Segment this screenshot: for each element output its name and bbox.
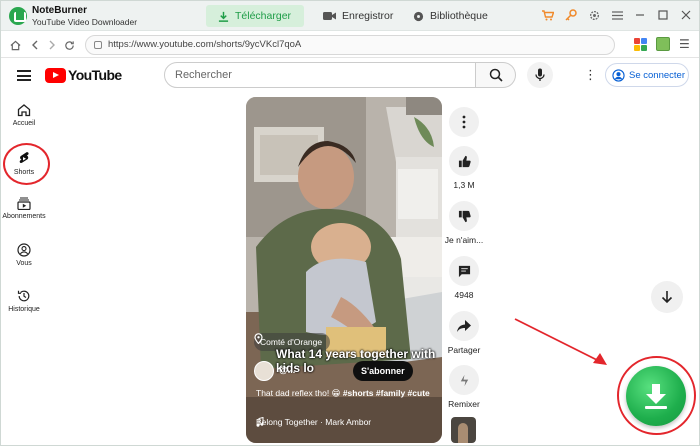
comment-icon: [458, 265, 470, 277]
sidebar-item-subscriptions[interactable]: Abonnements: [1, 197, 47, 220]
location-label: Comté d'Orange: [260, 337, 323, 347]
tab-record[interactable]: Enregistror: [311, 5, 405, 27]
sidebar-item-label: Accueil: [12, 120, 36, 127]
music-label: Belong Together · Mark Ambor: [256, 417, 372, 427]
sidebar-item-label: Abonnements: [2, 213, 46, 220]
tab-library[interactable]: Bibliothèque: [401, 5, 500, 27]
tab-record-label: Enregistror: [342, 10, 394, 22]
dislike-label: Je n'aim...: [444, 235, 484, 245]
comments-button[interactable]: 4948: [444, 256, 484, 300]
record-tab-icon: [323, 12, 336, 20]
browser-bar: https://www.youtube.com/shorts/9ycVKcl7q…: [1, 32, 699, 58]
youtube-logo-text[interactable]: YouTube: [68, 67, 122, 83]
subscribe-button[interactable]: S'abonner: [353, 361, 413, 381]
caption-hashtags[interactable]: #shorts #family #cute: [343, 388, 430, 398]
more-actions[interactable]: [444, 107, 484, 137]
subscriptions-icon: [17, 197, 31, 210]
sign-in-label: Se connecter: [629, 69, 685, 81]
cart-icon[interactable]: [541, 7, 555, 23]
channel-handle[interactable]: @...: [279, 365, 295, 375]
dislike-button[interactable]: Je n'aim...: [444, 201, 484, 245]
download-button[interactable]: [626, 366, 686, 426]
location-pin-icon: [254, 333, 263, 344]
app-window: NoteBurner YouTube Video Downloader Télé…: [0, 0, 700, 446]
lock-icon: [94, 41, 102, 49]
remix-label: Remixer: [448, 399, 480, 409]
noteburner-logo-icon: [9, 7, 27, 25]
back-icon[interactable]: [27, 36, 43, 54]
sidebar-item-you[interactable]: Vous: [1, 243, 47, 267]
home-nav-icon[interactable]: [7, 36, 23, 54]
sidebar-item-history[interactable]: Historique: [1, 289, 47, 313]
search-icon: [489, 68, 503, 82]
music-line[interactable]: Belong Together · Mark Ambor: [256, 417, 371, 427]
tab-download[interactable]: Télécharger: [206, 5, 304, 27]
next-short-button[interactable]: [651, 281, 683, 313]
account-icon: [612, 68, 625, 82]
title-bar: NoteBurner YouTube Video Downloader Télé…: [1, 1, 699, 31]
video-caption: That dad reflex tho! 😁 #shorts #family #…: [256, 387, 436, 400]
voice-search-button[interactable]: [527, 62, 553, 88]
comment-count: 4948: [454, 290, 474, 300]
microphone-icon: [535, 68, 545, 81]
share-label: Partager: [447, 345, 481, 355]
like-button[interactable]: 1,3 M: [444, 146, 484, 190]
app-subtitle: YouTube Video Downloader: [32, 17, 138, 27]
arrow-down-icon: [661, 291, 673, 304]
history-icon: [17, 290, 30, 302]
sidebar-item-label: Vous: [16, 260, 32, 267]
short-video-player[interactable]: Comté d'Orange What 14 years together wi…: [246, 97, 442, 443]
key-icon[interactable]: [564, 7, 578, 23]
url-text: https://www.youtube.com/shorts/9ycVKcl7q…: [108, 39, 302, 50]
download-tab-icon: [218, 11, 229, 22]
you-icon: [17, 243, 31, 257]
like-count: 1,3 M: [453, 180, 475, 190]
app-name: NoteBurner: [32, 5, 88, 16]
more-options-icon[interactable]: ⋮: [584, 68, 597, 81]
remix-button[interactable]: Remixer: [444, 365, 484, 409]
sign-in-button[interactable]: Se connecter: [605, 63, 689, 87]
window-controls: [541, 7, 693, 23]
maximize-icon[interactable]: [656, 7, 670, 23]
close-icon[interactable]: [679, 7, 693, 23]
menu-icon[interactable]: [610, 7, 624, 23]
image-extension-icon[interactable]: [656, 37, 670, 51]
hamburger-menu-icon[interactable]: [17, 70, 31, 81]
browser-menu-icon[interactable]: ☰: [679, 37, 690, 51]
sidebar-item-home[interactable]: Accueil: [1, 103, 47, 127]
channel-avatar[interactable]: [254, 361, 274, 381]
sound-thumbnail[interactable]: [451, 417, 476, 443]
search-button[interactable]: [476, 62, 516, 88]
tab-download-label: Télécharger: [235, 10, 292, 22]
thumbs-up-icon: [458, 155, 471, 167]
home-icon: [17, 104, 31, 117]
caption-text: That dad reflex tho! 😁: [256, 388, 343, 398]
search-input[interactable]: Rechercher: [164, 62, 476, 88]
url-bar[interactable]: https://www.youtube.com/shorts/9ycVKcl7q…: [85, 35, 615, 55]
settings-icon[interactable]: [587, 7, 601, 23]
share-icon: [457, 320, 471, 332]
channel-row: @... S'abonner: [254, 361, 434, 381]
music-note-icon: [256, 417, 264, 427]
remix-icon: [460, 374, 468, 386]
youtube-logo-icon[interactable]: [45, 68, 66, 83]
youtube-header: YouTube Rechercher ⋮ Se connecter: [1, 59, 699, 93]
minimize-icon[interactable]: [633, 7, 647, 23]
share-button[interactable]: Partager: [444, 311, 484, 355]
more-vertical-icon: [462, 115, 466, 129]
reload-icon[interactable]: [61, 36, 77, 54]
thumbs-down-icon: [458, 210, 471, 222]
sidebar-item-label: Historique: [8, 306, 40, 313]
library-tab-icon: [413, 11, 424, 21]
shorts-highlight-circle: [3, 143, 50, 185]
tab-library-label: Bibliothèque: [430, 10, 488, 22]
download-icon: [645, 384, 667, 409]
forward-icon[interactable]: [44, 36, 60, 54]
extensions-grid-icon[interactable]: [634, 38, 647, 51]
